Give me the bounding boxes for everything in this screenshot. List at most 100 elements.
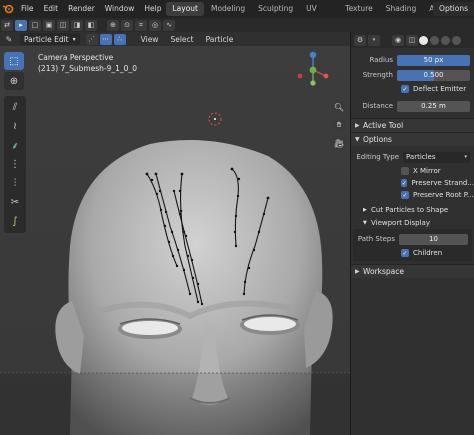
active-tool-section[interactable]: ▶ Active Tool	[351, 118, 474, 132]
navigation-buttons: 🔍︎ ✋︎ 🎥︎	[332, 100, 346, 154]
editing-type-dropdown[interactable]: Particles ▾	[403, 151, 470, 163]
strength-label: Strength	[362, 71, 393, 79]
select-invert-icon[interactable]: ◨	[71, 19, 83, 31]
tab-shading[interactable]: Shading	[380, 2, 422, 16]
path-steps-field[interactable]: 10	[399, 233, 468, 245]
select-intersect-icon[interactable]: ◧	[85, 19, 97, 31]
tab-sculpting[interactable]: Sculpting	[252, 2, 299, 16]
distance-field[interactable]: 0.25 m	[397, 100, 470, 112]
preserve-root-row[interactable]: ✓ Preserve Root P...	[351, 189, 474, 201]
menu-particle[interactable]: Particle	[200, 35, 240, 44]
preserve-strand-row[interactable]: ✓ Preserve Strand...	[351, 177, 474, 189]
deflect-emitter-checkbox[interactable]: ✓	[401, 85, 409, 93]
viewport-display-section[interactable]: ▼ Viewport Display	[351, 216, 474, 229]
x-mirror-row[interactable]: X Mirror	[351, 165, 474, 177]
children-checkbox[interactable]: ✓	[401, 249, 409, 257]
comb-mode-tip-icon[interactable]: ∴	[113, 33, 126, 45]
preserve-strand-label: Preserve Strand...	[411, 179, 474, 187]
tab-uv-editing[interactable]: UV Editing	[300, 2, 338, 27]
options-label: Options	[363, 135, 392, 144]
select-subtract-icon[interactable]: ◫	[57, 19, 69, 31]
menu-window[interactable]: Window	[100, 0, 140, 18]
comb-mode-path-icon[interactable]: ⋰	[85, 33, 98, 45]
solid-shading-icon[interactable]	[419, 35, 428, 45]
add-brush-icon[interactable]: ⸙	[5, 136, 25, 154]
smooth-brush-icon[interactable]: ≀	[5, 117, 25, 135]
wireframe-shading-icon[interactable]	[452, 35, 461, 45]
cursor-tool-icon[interactable]: ⊕	[4, 72, 24, 90]
material-shading-icon[interactable]	[430, 35, 439, 45]
radius-label: Radius	[369, 56, 393, 64]
proportional-edit-icon[interactable]: ◎	[149, 19, 161, 31]
zoom-icon[interactable]: 🔍︎	[332, 100, 346, 114]
overlay-icon[interactable]: ◉	[392, 34, 404, 46]
preserve-strand-checkbox[interactable]: ✓	[401, 179, 408, 187]
transform-orientation-icon[interactable]: ⊕	[107, 19, 119, 31]
tool-shelf: ⬚ ⊕ ⫽ ≀ ⸙ ⋮ ⫶ ✂ ∫	[4, 52, 26, 233]
select-box-icon[interactable]: □	[29, 19, 41, 31]
weight-brush-icon[interactable]: ∫	[5, 212, 25, 230]
top-menu-bar: File Edit Render Window Help Layout Mode…	[0, 0, 474, 27]
properties-editor-icon[interactable]: ⚙	[354, 34, 366, 46]
children-row[interactable]: ✓ Children	[353, 247, 472, 259]
pan-hand-icon[interactable]: ✋︎	[332, 118, 346, 132]
menu-view[interactable]: View	[135, 35, 165, 44]
menu-file[interactable]: File	[16, 0, 39, 18]
tab-layout[interactable]: Layout	[166, 2, 204, 16]
header-toolbar: ⇄ ▸ □ ▣ ◫ ◨ ◧ ⊕ ⊙ ⌗ ◎ ∿	[0, 18, 474, 32]
comb-brush-icon[interactable]: ⫽	[5, 98, 25, 116]
blender-logo-icon[interactable]	[2, 2, 14, 16]
workspace-section[interactable]: ▶ Workspace	[351, 264, 474, 278]
cut-particles-label: Cut Particles to Shape	[371, 205, 449, 214]
cut-brush-icon[interactable]: ✂	[5, 193, 25, 211]
menu-edit[interactable]: Edit	[39, 0, 64, 18]
options-section[interactable]: ▼ Options	[351, 132, 474, 146]
menu-render[interactable]: Render	[63, 0, 100, 18]
menu-select[interactable]: Select	[164, 35, 199, 44]
menu-help[interactable]: Help	[139, 0, 166, 18]
mode-dropdown[interactable]: Particle Edit ▾	[20, 33, 80, 45]
editing-type-row: Editing Type Particles ▾	[351, 150, 474, 164]
select-tool-icon[interactable]: ⬚	[4, 52, 24, 70]
deflect-emitter-label: Deflect Emitter	[413, 85, 467, 93]
navigation-gizmo[interactable]	[296, 50, 330, 90]
head-model-render	[0, 46, 350, 435]
x-mirror-checkbox[interactable]	[401, 167, 409, 175]
tab-modeling[interactable]: Modeling	[205, 2, 251, 16]
pivot-point-icon[interactable]: ⊙	[121, 19, 133, 31]
options-button[interactable]: Options	[433, 2, 474, 16]
x-mirror-label: X Mirror	[413, 167, 441, 175]
camera-view-icon[interactable]: 🎥︎	[332, 136, 346, 150]
strength-slider[interactable]: 0.500	[397, 69, 470, 81]
tab-texture-paint[interactable]: Texture Paint	[339, 2, 378, 27]
strength-value: 0.500	[423, 70, 444, 79]
length-brush-icon[interactable]: ⋮	[5, 155, 25, 173]
select-extend-icon[interactable]: ▣	[43, 19, 55, 31]
chevron-down-icon: ▾	[72, 35, 76, 43]
comb-mode-point-icon[interactable]: ⋯	[99, 33, 112, 45]
editor-type-icon[interactable]: ⇄	[1, 19, 13, 31]
panel-header: ⚙ ▾ ◉ ◫	[351, 32, 474, 48]
falloff-icon[interactable]: ∿	[163, 19, 175, 31]
xray-icon[interactable]: ◫	[406, 34, 418, 46]
deflect-emitter-row[interactable]: ✓ Deflect Emitter	[351, 83, 474, 95]
distance-row: Distance 0.25 m	[351, 99, 474, 113]
preserve-root-checkbox[interactable]: ✓	[401, 191, 409, 199]
radius-value: 50 px	[423, 55, 444, 64]
snap-icon[interactable]: ⌗	[135, 19, 147, 31]
active-tool-label: Active Tool	[363, 121, 404, 130]
distance-label: Distance	[362, 102, 393, 110]
editing-type-value: Particles	[406, 152, 436, 161]
viewport-display-body: Path Steps 10 ✓ Children	[353, 229, 472, 261]
panel-chevron-icon[interactable]: ▾	[368, 34, 380, 46]
properties-panel: ⚙ ▾ ◉ ◫ Radius 50 px Strength 0.500 ✓ De…	[350, 32, 474, 435]
puff-brush-icon[interactable]: ⫶	[5, 174, 25, 192]
select-mode-icon[interactable]: ▸	[15, 19, 27, 31]
3d-viewport[interactable]: ⬚ ⊕ ⫽ ≀ ⸙ ⋮ ⫶ ✂ ∫ Camera Perspective (21…	[0, 46, 350, 435]
expanded-arrow-icon: ▼	[363, 219, 367, 226]
rendered-shading-icon[interactable]	[441, 35, 450, 45]
radius-field[interactable]: 50 px	[397, 54, 470, 66]
strength-row: Strength 0.500	[351, 68, 474, 82]
viewport-header: ✎ Particle Edit ▾ ⋰ ⋯ ∴ View Select Part…	[0, 32, 350, 46]
cut-particles-section[interactable]: ▶ Cut Particles to Shape	[351, 203, 474, 216]
